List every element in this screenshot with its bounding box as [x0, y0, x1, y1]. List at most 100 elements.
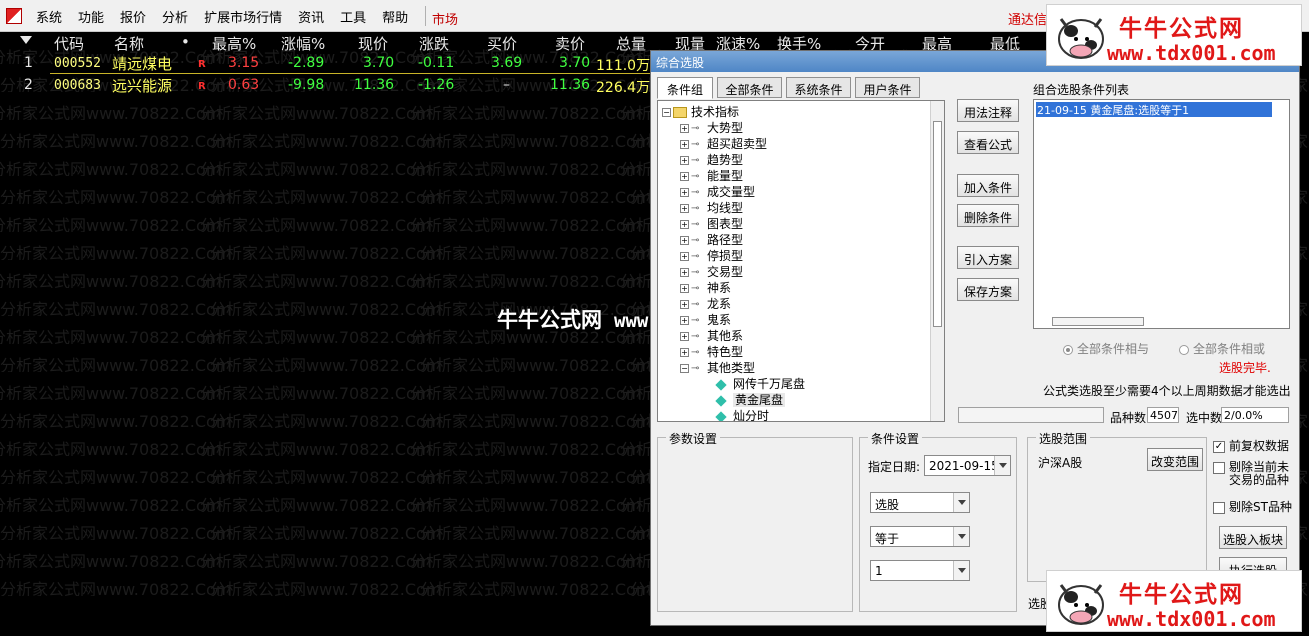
tab-all-conditions[interactable]: 全部条件 — [717, 77, 782, 98]
sort-arrow-icon[interactable] — [20, 36, 32, 44]
menu-item-tools[interactable]: 工具 — [332, 7, 374, 26]
menu-item-help[interactable]: 帮助 — [374, 7, 416, 26]
watermark-text: 分析家公式网www.70822.Com — [410, 272, 642, 288]
watermark-text: 分析家公式网www.70822.Com — [210, 412, 442, 428]
col-ask[interactable]: 卖价 — [555, 33, 585, 54]
tree-leaf[interactable]: 网传千万尾盘 — [714, 375, 805, 391]
change-range-button[interactable]: 改变范围 — [1147, 448, 1203, 471]
expand-icon[interactable]: + — [680, 252, 689, 261]
expand-icon[interactable]: + — [680, 188, 689, 197]
col-change-pct[interactable]: 涨幅% — [281, 33, 325, 54]
list-hscrollbar[interactable] — [1052, 317, 1144, 326]
date-picker[interactable]: 2021-09-15 — [924, 455, 1011, 476]
expand-icon[interactable]: + — [680, 172, 689, 181]
expand-icon[interactable]: + — [680, 204, 689, 213]
view-formula-button[interactable]: 查看公式 — [957, 131, 1019, 154]
expand-icon[interactable]: + — [680, 140, 689, 149]
expand-icon[interactable]: + — [680, 284, 689, 293]
col-volume[interactable]: 总量 — [616, 33, 646, 54]
tree-node[interactable]: + ⊸ 神系 — [680, 279, 731, 295]
tree-node[interactable]: + ⊸ 大势型 — [680, 119, 743, 135]
tab-user-conditions[interactable]: 用户条件 — [855, 77, 920, 98]
col-code[interactable]: 代码 — [54, 33, 84, 54]
menu-item-news[interactable]: 资讯 — [290, 7, 332, 26]
tree-node[interactable]: + ⊸ 成交量型 — [680, 183, 755, 199]
key-icon: ⊸ — [691, 363, 700, 374]
tree-node[interactable]: + ⊸ 其他系 — [680, 327, 743, 343]
tree-scrollbar[interactable] — [930, 101, 944, 421]
tree-node[interactable]: + ⊸ 龙系 — [680, 295, 731, 311]
tree-node-label: 停损型 — [707, 249, 744, 263]
chevron-down-icon[interactable] — [953, 527, 969, 546]
chevron-down-icon[interactable] — [953, 561, 969, 580]
tree-node[interactable]: + ⊸ 路径型 — [680, 231, 743, 247]
add-to-block-button[interactable]: 选股入板块 — [1219, 526, 1287, 549]
menu-item-quote[interactable]: 报价 — [112, 7, 154, 26]
exclude-st-checkbox[interactable]: 剔除ST品种 — [1213, 501, 1292, 515]
brand-banner-top: 牛牛公式网 www.tdx001.com — [1046, 4, 1302, 66]
tree-scroll-thumb[interactable] — [933, 121, 942, 327]
adjust-checkbox[interactable]: ✓ 前复权数据 — [1213, 440, 1289, 454]
col-bid[interactable]: 买价 — [487, 33, 517, 54]
radio-all-or[interactable]: 全部条件相或 — [1179, 340, 1265, 357]
exclude-suspended-checkbox[interactable]: 剔除当前未交易的品种 — [1213, 461, 1295, 487]
watermark-text: 分析家公式网www.70822.Com — [210, 132, 442, 148]
tree-node[interactable]: + ⊸ 特色型 — [680, 343, 743, 359]
menu-item-analysis[interactable]: 分析 — [154, 7, 196, 26]
condition-tree[interactable]: − 技术指标 + ⊸ 大势型 + ⊸ 超买超卖型 + ⊸ 趋势型 + ⊸ 能量型 + ⊸ 成交量型 + ⊸ 均线型 +… — [657, 100, 945, 422]
save-plan-button[interactable]: 保存方案 — [957, 278, 1019, 301]
condition-list[interactable]: 21-09-15 黄金尾盘:选股等于1 — [1033, 99, 1290, 329]
col-high-pct[interactable]: 最高% — [212, 33, 256, 54]
tree-leaf[interactable]: 黄金尾盘 — [714, 391, 786, 407]
watermark-text: 分析家公式网www.70822.Com — [210, 244, 442, 260]
menu-item-extended-market[interactable]: 扩展市场行情 — [196, 7, 290, 26]
tree-node[interactable]: + ⊸ 停损型 — [680, 247, 743, 263]
usage-notes-button[interactable]: 用法注释 — [957, 99, 1019, 122]
collapse-icon[interactable]: − — [662, 108, 671, 117]
menu-item-system[interactable]: 系统 — [28, 7, 70, 26]
radio-all-and[interactable]: 全部条件相与 — [1063, 340, 1149, 357]
checkbox-icon[interactable] — [1213, 462, 1225, 474]
menu-item-function[interactable]: 功能 — [70, 7, 112, 26]
col-dot[interactable]: • — [181, 33, 190, 51]
expand-icon[interactable]: + — [680, 348, 689, 357]
tree-node[interactable]: + ⊸ 能量型 — [680, 167, 743, 183]
tree-node[interactable]: + ⊸ 鬼系 — [680, 311, 731, 327]
tree-leaf[interactable]: 灿分时 — [714, 407, 769, 421]
expand-icon[interactable]: + — [680, 220, 689, 229]
operator-combo[interactable]: 等于 — [870, 526, 970, 547]
tree-node[interactable]: + ⊸ 图表型 — [680, 215, 743, 231]
expand-icon[interactable]: + — [680, 300, 689, 309]
menu-item-market[interactable]: 市场 — [432, 9, 458, 28]
condition-list-item[interactable]: 21-09-15 黄金尾盘:选股等于1 — [1036, 102, 1272, 117]
value-combo[interactable]: 1 — [870, 560, 970, 581]
col-name[interactable]: 名称 — [114, 33, 144, 54]
tree-root-node[interactable]: − 技术指标 — [662, 103, 739, 119]
tree-node[interactable]: − ⊸ 其他类型 — [680, 359, 755, 375]
app-logo-icon[interactable] — [6, 8, 22, 24]
col-change[interactable]: 涨跌 — [419, 33, 449, 54]
chevron-down-icon[interactable] — [994, 456, 1010, 475]
select-type-combo[interactable]: 选股 — [870, 492, 970, 513]
tree-node[interactable]: + ⊸ 趋势型 — [680, 151, 743, 167]
checkbox-checked-icon[interactable]: ✓ — [1213, 441, 1225, 453]
tree-node[interactable]: + ⊸ 超买超卖型 — [680, 135, 767, 151]
add-condition-button[interactable]: 加入条件 — [957, 174, 1019, 197]
tab-condition-group[interactable]: 条件组 — [657, 77, 713, 99]
col-price[interactable]: 现价 — [358, 33, 388, 54]
import-plan-button[interactable]: 引入方案 — [957, 246, 1019, 269]
expand-icon[interactable]: + — [680, 316, 689, 325]
expand-icon[interactable]: + — [680, 124, 689, 133]
change-pct: -9.98 — [288, 77, 325, 93]
tree-node[interactable]: + ⊸ 均线型 — [680, 199, 743, 215]
checkbox-icon[interactable] — [1213, 502, 1225, 514]
tree-node[interactable]: + ⊸ 交易型 — [680, 263, 743, 279]
chevron-down-icon[interactable] — [953, 493, 969, 512]
collapse-icon[interactable]: − — [680, 364, 689, 373]
expand-icon[interactable]: + — [680, 332, 689, 341]
tab-system-conditions[interactable]: 系统条件 — [786, 77, 851, 98]
expand-icon[interactable]: + — [680, 236, 689, 245]
expand-icon[interactable]: + — [680, 156, 689, 165]
delete-condition-button[interactable]: 删除条件 — [957, 204, 1019, 227]
expand-icon[interactable]: + — [680, 268, 689, 277]
